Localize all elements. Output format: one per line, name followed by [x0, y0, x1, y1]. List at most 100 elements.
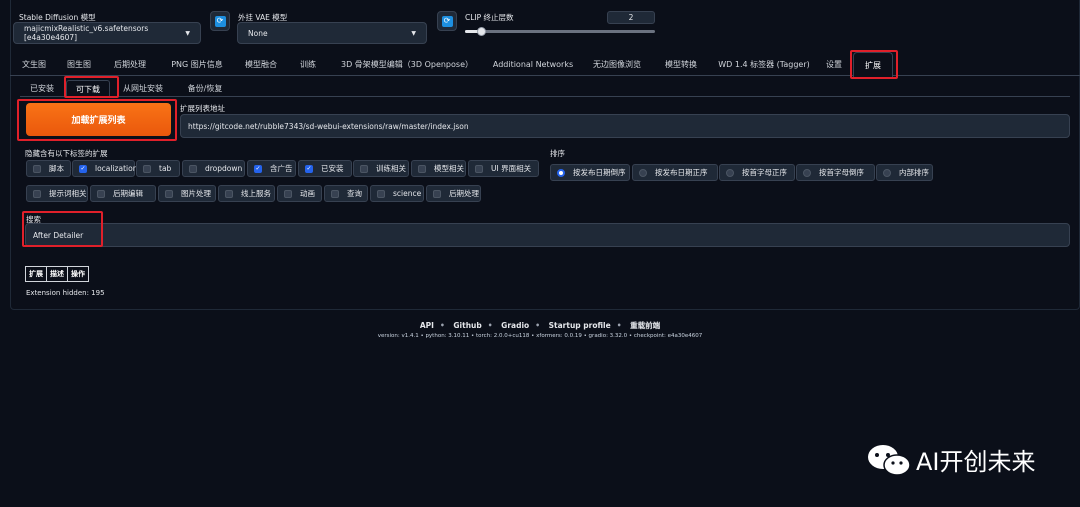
radio-icon[interactable]: [883, 168, 891, 177]
tab-infinite-image-browsing[interactable]: 无边图像浏览: [587, 52, 647, 76]
hide-tag-checkbox[interactable]: 提示词相关: [26, 185, 88, 202]
sort-label: 排序: [550, 149, 565, 158]
tab-txt2img[interactable]: 文生图: [18, 52, 50, 76]
watermark: AI开创未来: [866, 442, 1036, 477]
footer-version: version: v1.4.1 • python: 3.10.11 • torc…: [377, 333, 703, 339]
radio-selected-icon[interactable]: [557, 168, 565, 177]
hide-tag-checkbox[interactable]: 脚本: [26, 160, 71, 177]
checkbox-icon[interactable]: [165, 189, 173, 198]
subtab-backup-restore[interactable]: 备份/恢复: [183, 80, 227, 97]
sort-option-label: 按发布日期倒序: [573, 168, 626, 177]
checkbox-checked-icon[interactable]: ✓: [305, 164, 313, 173]
tab-train[interactable]: 训练: [296, 52, 320, 76]
vae-value: None: [248, 28, 268, 38]
radio-icon[interactable]: [803, 168, 811, 177]
clip-slider[interactable]: [465, 27, 655, 36]
sort-option-radio[interactable]: 按发布日期正序: [632, 164, 718, 181]
footer-link-github[interactable]: Github: [453, 321, 481, 330]
clip-label: CLIP 终止层数: [465, 13, 514, 22]
checkbox-icon[interactable]: [97, 189, 105, 198]
checkbox-icon[interactable]: [360, 164, 368, 173]
checkbox-icon[interactable]: [225, 189, 233, 198]
tab-model-converter[interactable]: 模型转换: [660, 52, 702, 76]
sort-option-radio[interactable]: 内部排序: [876, 164, 933, 181]
sort-option-radio[interactable]: 按发布日期倒序: [550, 164, 630, 181]
hide-tag-checkbox[interactable]: 线上服务: [218, 185, 275, 202]
checkbox-icon[interactable]: [475, 164, 483, 173]
hide-tag-label: dropdown: [205, 164, 243, 173]
tab-tagger[interactable]: WD 1.4 标签器 (Tagger): [716, 52, 812, 76]
subtab-available[interactable]: 可下载: [66, 80, 110, 98]
checkbox-icon[interactable]: [418, 164, 426, 173]
sort-option-label: 内部排序: [899, 168, 929, 177]
radio-icon[interactable]: [726, 168, 734, 177]
checkbox-icon[interactable]: [377, 189, 385, 198]
load-extension-list-button[interactable]: 加载扩展列表: [26, 103, 171, 136]
tab-extensions[interactable]: 扩展: [853, 52, 893, 77]
hide-tag-checkbox[interactable]: ✓ localization: [72, 160, 137, 177]
hide-tag-label: 训练相关: [376, 164, 406, 173]
hide-tag-label: 提示词相关: [49, 189, 87, 198]
hide-tag-label: UI 界面相关: [491, 164, 532, 173]
tab-extras[interactable]: 后期处理: [109, 52, 151, 76]
hide-tag-label: tab: [159, 164, 172, 173]
tab-img2img[interactable]: 图生图: [63, 52, 95, 76]
footer-links: API • Github • Gradio • Startup profile • 重载…: [419, 321, 661, 330]
hide-tag-checkbox[interactable]: tab: [136, 160, 180, 177]
hide-tag-checkbox[interactable]: 查询: [324, 185, 368, 202]
hide-tag-label: science: [393, 189, 422, 198]
tab-png-info[interactable]: PNG 图片信息: [166, 52, 228, 76]
subtab-install-from-url[interactable]: 从网址安装: [118, 80, 168, 97]
hide-tag-checkbox[interactable]: ✓ 含广告: [247, 160, 296, 177]
tab-additional-networks[interactable]: Additional Networks: [489, 52, 577, 76]
hide-tag-label: 查询: [347, 189, 362, 198]
checkbox-icon[interactable]: [143, 164, 151, 173]
tab-openpose[interactable]: 3D 骨架模型编辑（3D Openpose）: [332, 52, 482, 76]
hide-tag-checkbox[interactable]: 模型相关: [411, 160, 466, 177]
checkbox-icon[interactable]: [331, 189, 339, 198]
vae-dropdown[interactable]: None ▼: [237, 22, 427, 44]
footer-link-reload-ui[interactable]: 重载前端: [630, 321, 660, 330]
hide-tag-checkbox[interactable]: 训练相关: [353, 160, 409, 177]
hide-tag-checkbox[interactable]: 图片处理: [158, 185, 216, 202]
hide-tag-checkbox[interactable]: 后期处理: [426, 185, 481, 202]
url-label: 扩展列表地址: [180, 104, 225, 113]
sd-model-dropdown[interactable]: majicmixRealistic_v6.safetensors [e4a30e…: [13, 22, 201, 44]
hide-tag-label: 线上服务: [241, 189, 271, 198]
checkbox-icon[interactable]: [33, 189, 41, 198]
search-input[interactable]: After Detailer: [25, 223, 1070, 247]
hide-tag-checkbox[interactable]: UI 界面相关: [468, 160, 539, 177]
checkbox-icon[interactable]: [33, 164, 41, 173]
app-frame: [10, 0, 1080, 310]
sd-model-value: majicmixRealistic_v6.safetensors [e4a30e…: [24, 24, 149, 42]
sort-option-radio[interactable]: 按首字母正序: [719, 164, 795, 181]
checkbox-checked-icon[interactable]: ✓: [254, 164, 262, 173]
sd-model-refresh-button[interactable]: ⟳: [210, 11, 230, 31]
checkbox-checked-icon[interactable]: ✓: [79, 164, 87, 173]
hide-tag-checkbox[interactable]: 动画: [277, 185, 322, 202]
hide-tag-checkbox[interactable]: dropdown: [182, 160, 245, 177]
extension-table-header: 扩展 描述 操作: [25, 266, 89, 282]
tab-settings[interactable]: 设置: [822, 52, 846, 76]
extension-index-url-input[interactable]: https://gitcode.net/rubble7343/sd-webui-…: [180, 114, 1070, 138]
chevron-down-icon: ▼: [185, 29, 190, 37]
subtab-installed[interactable]: 已安装: [26, 80, 58, 97]
hide-tag-checkbox[interactable]: 后期编辑: [90, 185, 156, 202]
footer-link-startup-profile[interactable]: Startup profile: [549, 321, 611, 330]
radio-icon[interactable]: [639, 168, 647, 177]
vae-refresh-button[interactable]: ⟳: [437, 11, 457, 31]
hide-tags-label: 隐藏含有以下标签的扩展: [25, 149, 108, 158]
hide-tag-checkbox[interactable]: ✓ 已安装: [298, 160, 352, 177]
checkbox-icon[interactable]: [284, 189, 292, 198]
hide-tag-label: 脚本: [49, 164, 64, 173]
sort-option-radio[interactable]: 按首字母倒序: [796, 164, 875, 181]
checkbox-icon[interactable]: [433, 189, 441, 198]
footer-link-api[interactable]: API: [420, 321, 434, 330]
footer-link-gradio[interactable]: Gradio: [501, 321, 529, 330]
checkbox-icon[interactable]: [189, 164, 197, 173]
tab-merge[interactable]: 模型融合: [240, 52, 282, 76]
clip-slider-thumb[interactable]: [476, 27, 486, 36]
clip-number-input[interactable]: 2: [607, 11, 655, 24]
sort-option-label: 按首字母正序: [742, 168, 787, 177]
hide-tag-checkbox[interactable]: science: [370, 185, 424, 202]
